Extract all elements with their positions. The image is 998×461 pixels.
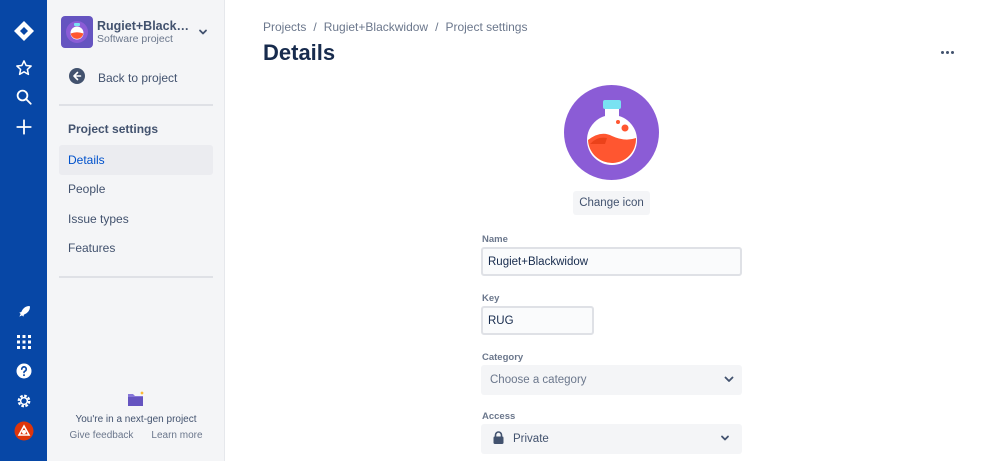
sidebar-item-label: Issue types — [68, 212, 129, 226]
star-icon[interactable] — [12, 56, 36, 80]
rocket-icon[interactable] — [12, 300, 36, 324]
breadcrumb-item[interactable]: Rugiet+Blackwidow — [324, 20, 428, 34]
breadcrumb-separator: / — [313, 20, 317, 34]
name-label: Name — [482, 234, 508, 245]
divider — [59, 104, 213, 106]
jira-logo-icon[interactable] — [12, 19, 36, 43]
sidebar-item-label: People — [68, 182, 106, 196]
chevron-down-icon[interactable] — [195, 24, 211, 40]
access-label: Access — [482, 411, 516, 422]
category-select[interactable]: Choose a category — [481, 365, 742, 395]
apps-grid-icon[interactable] — [12, 330, 36, 354]
key-field[interactable]: RUG — [481, 306, 594, 335]
back-label: Back to project — [98, 71, 178, 85]
project-type: Software project — [97, 33, 173, 45]
project-name: Rugiet+Blackwidow — [97, 19, 193, 33]
next-gen-notice: You're in a next-gen project — [75, 414, 197, 425]
user-avatar[interactable] — [12, 419, 36, 443]
sidebar-item-label: Details — [68, 153, 105, 167]
arrow-left-circle-icon — [69, 67, 85, 89]
chevron-down-icon — [723, 373, 735, 388]
potion-icon — [564, 85, 659, 180]
help-icon[interactable] — [12, 359, 36, 383]
name-field[interactable]: Rugiet+Blackwidow — [481, 247, 742, 276]
key-label: Key — [482, 293, 500, 304]
folder-sparkle-icon — [127, 391, 145, 412]
settings-icon[interactable] — [12, 389, 36, 413]
sidebar-item-issue-types[interactable]: Issue types — [59, 204, 213, 234]
project-switcher[interactable]: Rugiet+Blackwidow Software project — [61, 16, 211, 48]
plus-icon[interactable] — [12, 115, 36, 139]
learn-more-link[interactable]: Learn more — [151, 430, 202, 441]
search-icon[interactable] — [12, 85, 36, 109]
access-select[interactable]: Private — [481, 424, 742, 454]
sidebar-item-label: Features — [68, 241, 116, 255]
breadcrumb-separator: / — [435, 20, 439, 34]
sidebar-item-features[interactable]: Features — [59, 233, 213, 263]
access-value: Private — [513, 433, 549, 445]
breadcrumb-item[interactable]: Projects — [263, 20, 306, 34]
sidebar-item-people[interactable]: People — [59, 174, 213, 204]
category-label: Category — [482, 352, 524, 363]
category-placeholder: Choose a category — [490, 374, 587, 386]
divider — [59, 276, 213, 278]
potion-icon — [61, 16, 93, 48]
breadcrumb-item[interactable]: Project settings — [445, 20, 527, 34]
more-actions-icon[interactable] — [935, 44, 959, 60]
lock-icon — [493, 431, 504, 447]
global-nav — [0, 0, 47, 461]
change-icon-button[interactable]: Change icon — [573, 191, 650, 215]
chevron-down-icon — [720, 433, 730, 446]
section-title: Project settings — [68, 122, 159, 136]
page-title: Details — [263, 40, 336, 65]
breadcrumb: Projects / Rugiet+Blackwidow / Project s… — [263, 20, 527, 34]
sidebar-item-details[interactable]: Details — [59, 145, 213, 175]
back-to-project-link[interactable]: Back to project — [69, 67, 178, 89]
give-feedback-link[interactable]: Give feedback — [69, 430, 133, 441]
project-sidebar: Rugiet+Blackwidow Software project Back … — [47, 0, 225, 461]
